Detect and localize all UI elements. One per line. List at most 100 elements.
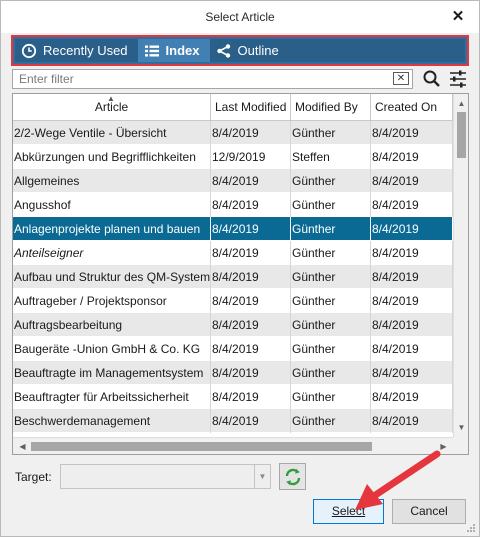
filter-input[interactable] [12,69,413,89]
target-label: Target: [15,470,52,484]
cell-modified: 8/4/2019 [211,265,291,289]
cell-created: 8/4/2019 [371,145,453,169]
cell-created: 8/4/2019 [371,121,453,145]
list-icon [144,43,160,59]
cell-by: Günther [291,121,371,145]
clock-icon [21,43,37,59]
select-article-dialog: Select Article ✕ Recently Used Index Out… [0,0,480,537]
column-header-modified-by[interactable]: Modified By [291,94,371,121]
close-button[interactable]: ✕ [449,8,467,26]
vertical-scroll-thumb[interactable] [457,112,466,158]
cell-article: Beauftragte im Managementsystem [13,361,211,385]
table-row[interactable]: Anlagenprojekte planen und bauen 8/4/2019… [13,217,453,241]
horizontal-scroll-thumb[interactable] [31,442,372,451]
column-header-last-modified[interactable]: Last Modified [211,94,291,121]
cell-by: Günther [291,193,371,217]
chevron-down-icon[interactable]: ▼ [254,465,270,488]
cell-article: Auftrageber / Projektsponsor [13,289,211,313]
cell-modified: 8/4/2019 [211,289,291,313]
view-tab-bar: Recently Used Index Outline [11,35,469,66]
scroll-left-icon[interactable]: ◀ [15,438,30,454]
tab-index-label: Index [165,43,200,58]
tab-index[interactable]: Index [137,39,210,62]
search-icon[interactable] [422,69,442,89]
tab-recently-used-label: Recently Used [43,43,128,58]
scroll-right-icon[interactable]: ▶ [436,438,451,454]
horizontal-scrollbar[interactable]: ◀ ▶ [13,437,453,454]
cell-modified: 8/4/2019 [211,121,291,145]
cell-created: 8/4/2019 [371,193,453,217]
cell-article: Aufbau und Struktur des QM-Systems [13,265,211,289]
table-row[interactable]: Aufbau und Struktur des QM-Systems 8/4/20… [13,265,453,289]
table-row[interactable]: Beschwerdemanagement 8/4/2019 Günther 8/4/2… [13,409,453,433]
table-body: 2/2-Wege Ventile - Übersicht 8/4/2019 Günt… [13,121,453,437]
table-header: ▲ Article Last Modified Modified By Crea… [13,94,453,121]
clear-filter-button[interactable]: ✕ [393,72,409,85]
cell-created: 8/4/2019 [371,313,453,337]
target-dropdown[interactable]: ▼ [60,464,271,489]
cell-article: Abkürzungen und Begrifflichkeiten [13,145,211,169]
refresh-icon [285,468,301,486]
cell-article: Beschwerdemanagement [13,409,211,433]
scroll-down-icon[interactable]: ▼ [454,420,468,435]
cell-by: Günther [291,289,371,313]
select-button[interactable]: Select [313,499,384,524]
dialog-title: Select Article [205,10,275,24]
cell-created: 8/4/2019 [371,169,453,193]
scroll-up-icon[interactable]: ▲ [454,96,468,111]
cell-article: Beauftragter für Arbeitssicherheit [13,385,211,409]
table-row[interactable]: 2/2-Wege Ventile - Übersicht 8/4/2019 Günt… [13,121,453,145]
cell-modified: 8/4/2019 [211,193,291,217]
cell-article: 2/2-Wege Ventile - Übersicht [13,121,211,145]
tab-outline[interactable]: Outline [210,39,289,62]
column-header-created-on[interactable]: Created On [371,94,453,121]
table-row[interactable]: Allgemeines 8/4/2019 Günther 8/4/2019 [13,169,453,193]
cell-modified: 8/4/2019 [211,385,291,409]
cell-by: Günther [291,217,371,241]
cell-created: 8/4/2019 [371,289,453,313]
articles-table: ▲ Article Last Modified Modified By Crea… [12,93,469,455]
refresh-button[interactable] [279,463,306,490]
table-row[interactable]: Angusshof 8/4/2019 Günther 8/4/2019 [13,193,453,217]
cell-created: 8/4/2019 [371,241,453,265]
cell-article: Angusshof [13,193,211,217]
cell-article: Auftragsbearbeitung [13,313,211,337]
cancel-button[interactable]: Cancel [392,499,466,524]
cell-article: Anteilseigner [13,241,211,265]
cell-by: Steffen [291,145,371,169]
cell-modified: 8/4/2019 [211,313,291,337]
cell-article: Anlagenprojekte planen und bauen [13,217,211,241]
resize-grip-icon[interactable] [466,523,476,533]
table-row[interactable]: Baugeräte -Union GmbH & Co. KG 8/4/2019 Gü… [13,337,453,361]
cell-modified: 8/4/2019 [211,337,291,361]
table-row[interactable]: Beauftragte im Managementsystem 8/4/2019 G… [13,361,453,385]
sort-ascending-icon: ▲ [107,94,115,103]
tab-recently-used[interactable]: Recently Used [15,39,138,62]
vertical-scrollbar[interactable]: ▲ ▼ [453,94,468,437]
column-header-article[interactable]: ▲ Article [13,94,211,121]
cell-modified: 8/4/2019 [211,241,291,265]
cell-by: Günther [291,169,371,193]
cell-modified: 12/9/2019 [211,145,291,169]
tab-outline-label: Outline [237,43,279,58]
table-row[interactable]: Auftrageber / Projektsponsor 8/4/2019 Günt… [13,289,453,313]
cell-created: 8/4/2019 [371,385,453,409]
cell-by: Günther [291,361,371,385]
cell-article: Baugeräte -Union GmbH & Co. KG [13,337,211,361]
scrollbar-corner [453,437,468,454]
table-row[interactable]: Beauftragter für Arbeitssicherheit 8/4/20… [13,385,453,409]
table-row[interactable]: Abkürzungen und Begrifflichkeiten 12/9/20… [13,145,453,169]
share-icon [216,43,232,59]
title-bar: Select Article ✕ [1,1,479,33]
table-row[interactable]: Auftragsbearbeitung 8/4/2019 Günther 8/4/20… [13,313,453,337]
filter-settings-icon[interactable] [448,69,468,89]
table-row[interactable]: Anteilseigner 8/4/2019 Günther 8/4/2019 [13,241,453,265]
cell-article: Allgemeines [13,169,211,193]
cell-by: Günther [291,313,371,337]
cell-created: 8/4/2019 [371,361,453,385]
cell-by: Günther [291,409,371,433]
cell-created: 8/4/2019 [371,337,453,361]
cell-created: 8/4/2019 [371,217,453,241]
cell-by: Günther [291,337,371,361]
cell-modified: 8/4/2019 [211,217,291,241]
